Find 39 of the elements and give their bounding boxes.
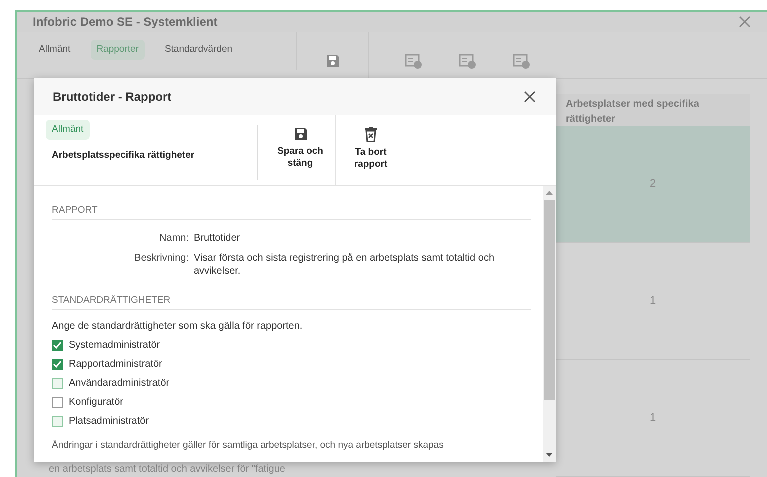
checkbox[interactable] <box>52 340 63 351</box>
table-cell: 2 <box>556 126 750 243</box>
window-title: Infobric Demo SE - Systemklient <box>33 14 218 31</box>
field-value: Visar första och sista registrering på en arbetsplats samt totaltid och avvikelser. <box>194 252 496 278</box>
section-heading: RAPPORT <box>52 204 531 220</box>
document-icon[interactable] <box>405 54 423 70</box>
tab[interactable]: Standardvärden <box>158 40 239 60</box>
tab[interactable]: Allmänt <box>46 120 90 140</box>
tab[interactable]: Allmänt <box>33 40 77 60</box>
save-button[interactable]: Spara och stäng <box>266 115 336 185</box>
field-label: Namn: <box>158 232 189 245</box>
field-value: Bruttotider <box>194 232 240 245</box>
checkbox-label: Systemadministratör <box>69 339 160 352</box>
note-text: Ändringar i standardrättigheter gäller för samtliga arbetsplatser, och nya arbetsplatser skapas <box>52 439 445 452</box>
checkbox-label: Platsadministratör <box>69 415 150 428</box>
field-label: Beskrivning: <box>134 252 189 266</box>
checkbox-label: Användaradministratör <box>69 377 170 390</box>
checkbox-label: Rapportadministratör <box>69 358 162 371</box>
report-description: en arbetsplats samt totaltid och avvikelser för "fatigue <box>49 464 286 476</box>
section-heading: STANDARDRÄTTIGHETER <box>52 294 531 310</box>
close-icon[interactable] <box>524 90 536 102</box>
tab[interactable]: Arbetsplatsspecifika rättigheter <box>46 146 201 166</box>
checkbox[interactable] <box>52 397 63 408</box>
dialog-title: Bruttotider - Rapport <box>53 88 172 106</box>
delete-button[interactable]: Ta bort rapport <box>336 115 406 185</box>
trash-icon <box>365 127 377 142</box>
scrollbar[interactable] <box>543 186 556 462</box>
save-icon <box>294 127 308 141</box>
scroll-up-icon[interactable] <box>546 191 553 195</box>
document-icon[interactable] <box>513 54 531 70</box>
checkbox-label: Konfiguratör <box>69 396 124 409</box>
instruction-text: Ange de standardrättigheter som ska gälla för rapporten. <box>52 320 304 333</box>
save-icon <box>326 54 340 68</box>
checkbox[interactable] <box>52 378 63 389</box>
document-icon[interactable] <box>459 54 477 70</box>
checkbox[interactable] <box>52 416 63 427</box>
column-header: Arbetsplatser med specifika rättigheter <box>556 94 750 126</box>
scroll-down-icon[interactable] <box>546 453 553 457</box>
checkbox[interactable] <box>52 359 63 370</box>
